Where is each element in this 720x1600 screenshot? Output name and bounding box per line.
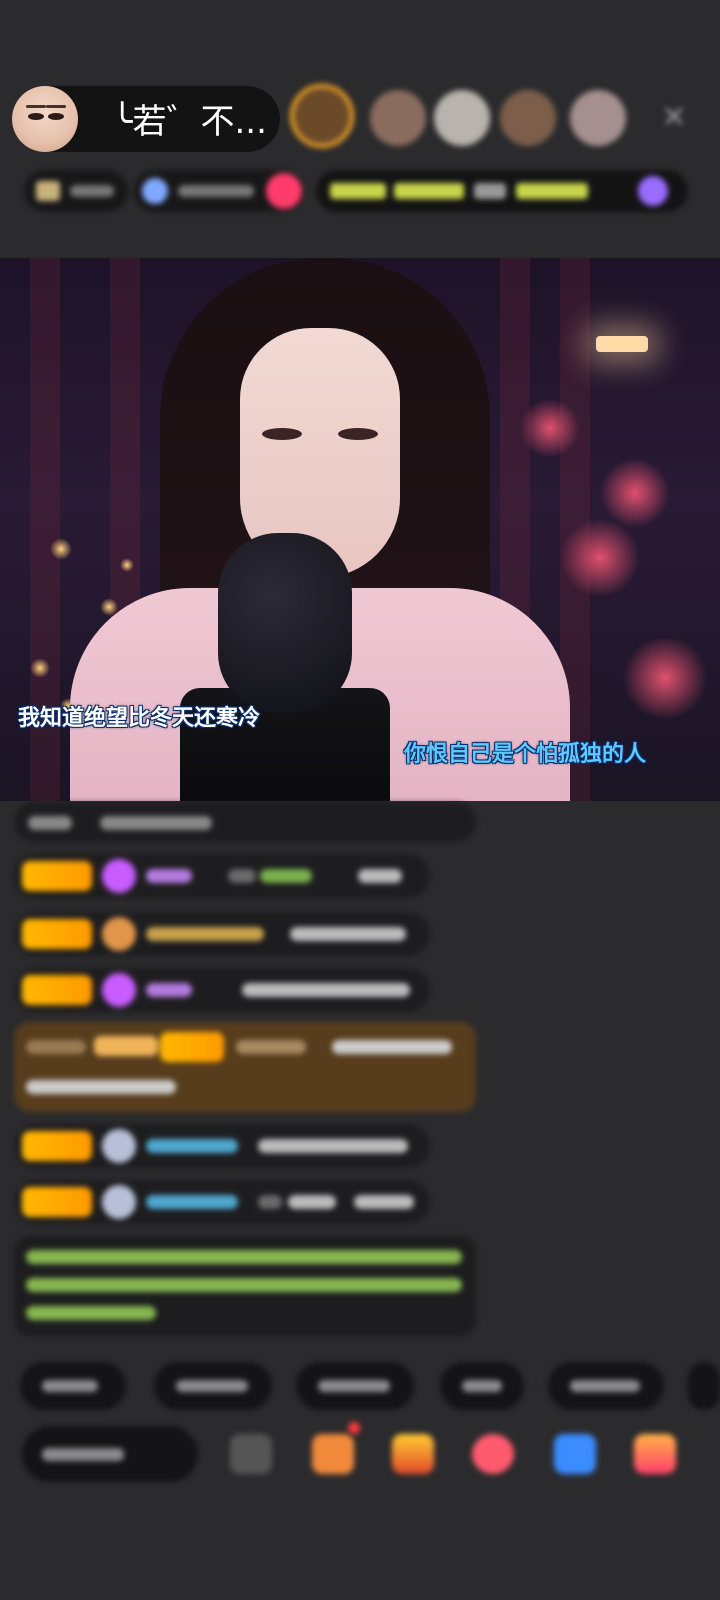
lyric-subtitle: 我知道绝望比冬天还寒冷 [18, 706, 261, 731]
chat-message[interactable] [14, 1180, 430, 1224]
quick-reply-button[interactable] [154, 1362, 272, 1410]
viewer-avatar[interactable] [290, 84, 354, 148]
viewer-avatar[interactable] [370, 90, 426, 146]
chat-message[interactable] [14, 1124, 430, 1168]
chat-message[interactable] [14, 912, 430, 956]
treasure-chest-icon[interactable] [392, 1434, 434, 1474]
quick-reply-button[interactable] [440, 1362, 524, 1410]
system-notice [14, 1236, 476, 1336]
quick-reply-button[interactable] [688, 1362, 720, 1410]
viewer-avatar[interactable] [500, 90, 556, 146]
rank-chip[interactable] [24, 170, 128, 212]
notification-dot [348, 1422, 360, 1434]
chat-message[interactable] [14, 802, 476, 842]
activity-banner[interactable] [316, 170, 688, 212]
red-packet-icon[interactable] [472, 1434, 514, 1474]
quick-reply-button[interactable] [20, 1362, 126, 1410]
quick-reply-button[interactable] [296, 1362, 414, 1410]
host-avatar[interactable] [12, 86, 78, 152]
gift-box-icon[interactable] [312, 1434, 354, 1474]
close-icon[interactable]: ✕ [656, 100, 692, 136]
game-controller-icon[interactable] [554, 1434, 596, 1474]
chat-message-highlight[interactable] [14, 1022, 476, 1112]
chat-message[interactable] [14, 968, 430, 1012]
microphone [218, 533, 352, 713]
emoji-icon[interactable] [230, 1434, 272, 1474]
host-name[interactable]: ╰若゛不... [112, 102, 267, 142]
viewer-avatar[interactable] [570, 90, 626, 146]
gift-icon[interactable] [634, 1434, 676, 1474]
viewer-avatar[interactable] [434, 90, 490, 146]
chat-message[interactable] [14, 854, 430, 898]
popularity-chip[interactable] [134, 170, 304, 212]
lyric-subtitle: 你恨自己是个怕孤独的人 [404, 742, 647, 767]
quick-reply-button[interactable] [548, 1362, 664, 1410]
comment-input[interactable] [22, 1426, 198, 1482]
